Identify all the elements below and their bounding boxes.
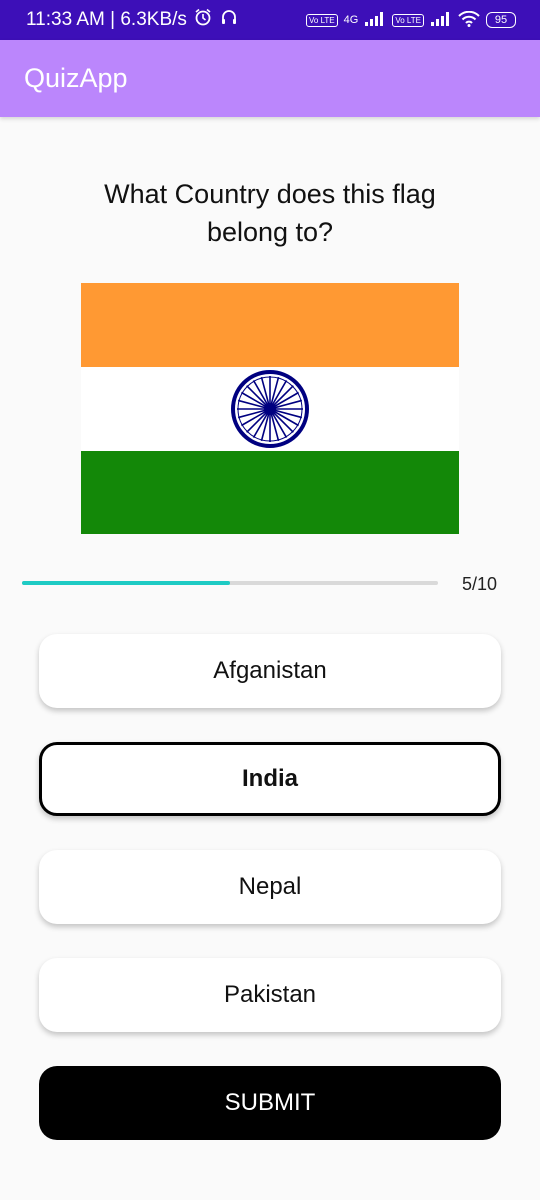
status-left: 11:33 AM | 6.3KB/s (26, 7, 239, 33)
signal-icon-2 (430, 11, 452, 29)
option-button[interactable]: India (39, 742, 501, 816)
status-time-speed: 11:33 AM | 6.3KB/s (26, 9, 187, 30)
signal-icon (364, 11, 386, 29)
status-right: Vo LTE 4G Vo LTE 95 (306, 10, 516, 30)
headphones-icon (219, 7, 239, 33)
progress-bar (22, 581, 438, 585)
status-bar: 11:33 AM | 6.3KB/s Vo LTE 4G Vo LTE 95 (0, 0, 540, 40)
sim1-badge: Vo LTE (306, 13, 338, 27)
option-button[interactable]: Pakistan (39, 958, 501, 1032)
progress-fill (22, 581, 230, 585)
ashoka-chakra (231, 370, 309, 448)
option-label: Pakistan (223, 981, 317, 1008)
battery-level: 95 (494, 14, 508, 26)
option-button[interactable]: Afganistan (39, 634, 501, 708)
question-text: What Country does this flag belong to? (104, 179, 436, 247)
option-label: Nepal (238, 873, 302, 900)
option-label: Afganistan (213, 657, 327, 684)
sim2-badge: Vo LTE (392, 13, 424, 27)
option-label: India (241, 765, 298, 792)
option-button[interactable]: Nepal (39, 850, 501, 924)
network-label: 4G (343, 14, 359, 26)
flag-saffron-band (81, 283, 459, 367)
submit-label: SUBMIT (224, 1089, 316, 1116)
flag-image (81, 283, 459, 534)
app-bar: QuizApp (0, 40, 540, 117)
submit-button[interactable]: SUBMIT (39, 1066, 501, 1140)
app-title: QuizApp (24, 63, 128, 93)
alarm-icon (193, 7, 213, 33)
flag-green-band (81, 451, 459, 534)
battery-icon: 95 (486, 12, 516, 28)
progress-text: 5/10 (461, 574, 497, 594)
wifi-icon (458, 10, 480, 30)
